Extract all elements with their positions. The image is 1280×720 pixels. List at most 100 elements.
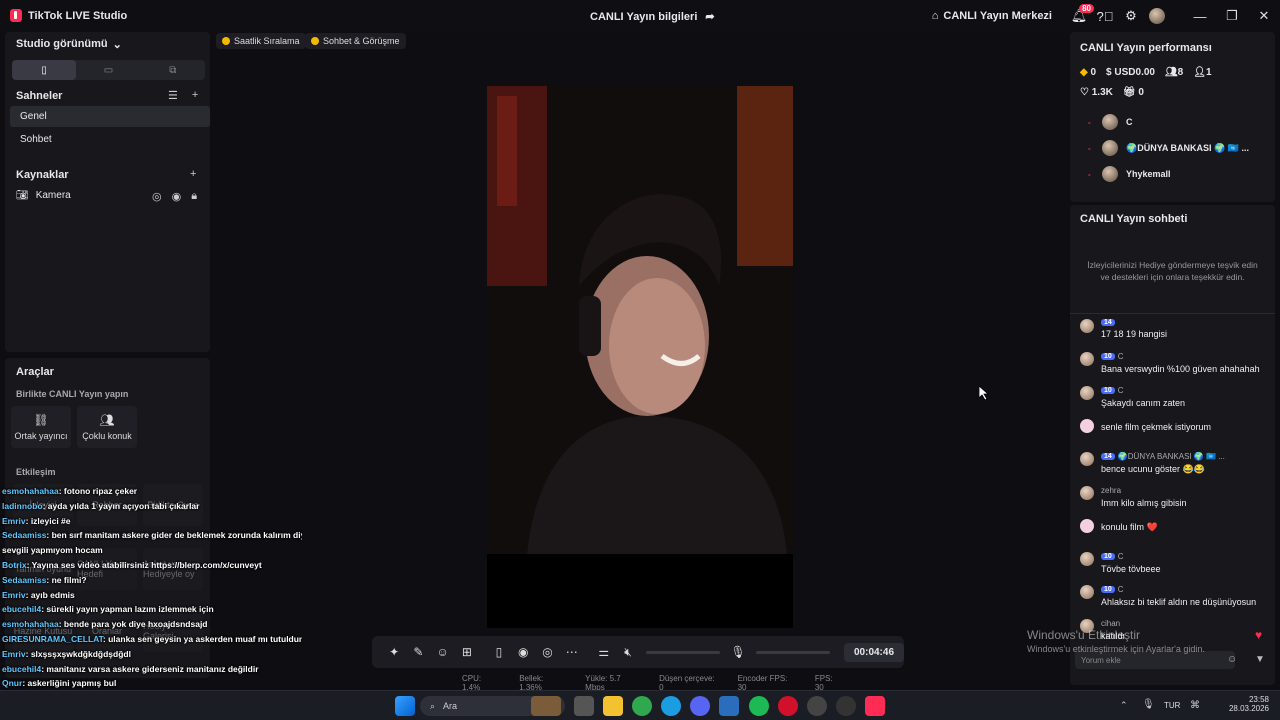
dual-option[interactable]: ⧉ xyxy=(141,60,205,80)
overlay-text: : sürekli yayın yapman lazım izlemmek iç… xyxy=(41,604,214,615)
chat-message[interactable]: 14 17 18 19 hangisi xyxy=(1080,319,1270,339)
network-icon[interactable]: ⌘ xyxy=(1190,700,1200,711)
camera-preview xyxy=(487,86,793,554)
add-source-icon[interactable]: + xyxy=(190,168,196,180)
studio-view-dropdown[interactable]: Studio görünümü ⌄ xyxy=(16,38,122,51)
windows-start-icon[interactable] xyxy=(395,696,415,716)
mic-icon[interactable]: 🎙︎ xyxy=(726,645,750,659)
multi-guest-tool[interactable]: 👥︎ Çoklu konuk xyxy=(77,406,137,448)
overlay-chat-line: Emriv: izleyici #e xyxy=(2,514,302,529)
overlay-username: Sedaamiss xyxy=(2,574,47,585)
magic-icon[interactable]: ✦ xyxy=(382,645,406,659)
mic-tray-icon[interactable]: 🎙︎ xyxy=(1142,699,1155,710)
studio-view-label: Studio görünümü xyxy=(16,38,108,50)
chat-message[interactable]: 10 C Bana verswydin %100 güven ahahahah xyxy=(1080,352,1270,374)
top-viewer[interactable]: - C xyxy=(1088,114,1133,130)
lock-icon[interactable]: 🔒︎ xyxy=(191,190,197,203)
add-scene-icon[interactable]: + xyxy=(192,89,198,102)
app-title: TikTok LIVE Studio xyxy=(28,9,128,22)
viewer-value: 8 xyxy=(1177,67,1184,78)
task-view-icon[interactable] xyxy=(574,696,594,716)
chat-message[interactable]: zehra Imm kilo almış gibisin xyxy=(1080,485,1270,508)
record-icon[interactable]: ◉ xyxy=(511,645,535,659)
avatar xyxy=(1102,114,1118,130)
discord-icon[interactable] xyxy=(690,696,710,716)
mixer-icon[interactable]: ⚌ xyxy=(592,645,616,659)
overlay-text: : ben sırf manitam askere gider de bekle… xyxy=(46,530,302,541)
chat-meet-tag[interactable]: Sohbet & Görüşme xyxy=(305,33,406,49)
mic-slider[interactable] xyxy=(756,650,830,654)
overlay-text: : fotono ripaz çeker xyxy=(58,486,138,496)
app-icon[interactable] xyxy=(719,696,739,716)
tray-chevron-icon[interactable]: ⌃ xyxy=(1120,700,1128,711)
obs-icon[interactable] xyxy=(836,696,856,716)
camera-toggle-icon[interactable]: ◎ xyxy=(535,645,559,659)
file-explorer-icon[interactable] xyxy=(603,696,623,716)
effects-icon[interactable]: ✎ xyxy=(406,645,430,659)
app-brand: TikTok LIVE Studio xyxy=(10,9,127,22)
tiktok-studio-icon[interactable] xyxy=(865,696,885,716)
maximize-button[interactable]: ❐ xyxy=(1216,0,1248,32)
performance-panel: CANLI Yayın performansı ◆ 0 $ USD0.00 👥︎… xyxy=(1070,32,1275,202)
chat-message[interactable]: konulu film ❤️ xyxy=(1080,518,1270,533)
spotify-icon[interactable] xyxy=(749,696,769,716)
phone-icon[interactable]: ▯ xyxy=(487,645,511,659)
comment-placeholder: Yorum ekle xyxy=(1081,655,1121,665)
clock[interactable]: 23:58 28.03.2026 xyxy=(1227,695,1269,713)
message-author: C xyxy=(1117,352,1124,362)
message-text: Ahlaksız bi teklif aldın ne düşünüyosun xyxy=(1101,597,1257,608)
steam-icon[interactable] xyxy=(807,696,827,716)
more-icon[interactable]: ⋯ xyxy=(560,645,584,659)
settings-button[interactable]: ⚙ xyxy=(1118,0,1144,32)
portrait-option[interactable]: ▯ xyxy=(12,60,77,80)
landscape-option[interactable]: ▭ xyxy=(76,60,140,80)
hourly-ranking-tag[interactable]: Saatlik Sıralama xyxy=(216,33,306,49)
overlay-username: esmohahahaa xyxy=(2,486,59,496)
source-camera[interactable]: 📷︎ Kamera xyxy=(16,190,71,201)
top-viewer[interactable]: - Yhykemall xyxy=(1088,166,1171,182)
close-button[interactable]: ✕ xyxy=(1248,0,1280,32)
live-info-button[interactable]: CANLI Yayın bilgileri ➦ xyxy=(590,10,715,24)
minimize-button[interactable]: — xyxy=(1184,0,1216,32)
language-indicator[interactable]: TUR xyxy=(1164,701,1180,710)
usd-value: USD0.00 xyxy=(1114,67,1155,78)
volume-slider[interactable] xyxy=(646,650,720,654)
overlay-chat-line: ladinnobo: ayda yılda 1 yayın açıyon tab… xyxy=(2,499,302,514)
filter-icon[interactable]: ▼ xyxy=(1255,654,1265,665)
avatar xyxy=(1080,518,1094,533)
emoji-icon[interactable]: ☺ xyxy=(1227,654,1237,665)
profile-button[interactable] xyxy=(1144,0,1170,32)
eye-icon[interactable]: ◉ xyxy=(172,190,182,203)
help-button[interactable]: ?⃝ xyxy=(1092,0,1118,32)
cohost-tool[interactable]: ⛓ Ortak yayıncı xyxy=(11,406,71,448)
coin-icon: $ xyxy=(1106,67,1112,78)
settings-icon[interactable]: ◎ xyxy=(152,190,162,203)
opera-icon[interactable] xyxy=(778,696,798,716)
chat-message[interactable]: 10 C Ahlaksız bi teklif aldın ne düşünüyos… xyxy=(1080,585,1270,607)
chrome-icon[interactable] xyxy=(632,696,652,716)
chat-title: CANLI Yayın sohbeti xyxy=(1080,213,1188,225)
add-media-icon[interactable]: ⊞ xyxy=(455,645,479,659)
heart-icon[interactable]: ♥ xyxy=(1255,628,1262,642)
message-text: bence ucunu göster 😂😂 xyxy=(1101,464,1205,475)
level-badge: 14 xyxy=(1101,453,1115,461)
tools-title: Araçlar xyxy=(16,366,54,378)
notification-button[interactable]: 🔔︎ 80 xyxy=(1066,0,1094,32)
overlay-chat-line: esmohahahaa: fotono ripaz çeker xyxy=(2,484,302,499)
chat-message[interactable]: 14 🌍DÜNYA BANKASI 🌍 🇺🇳 ... bence ucunu gös… xyxy=(1080,452,1270,475)
chat-message[interactable]: 10 C Tövbe tövbeee xyxy=(1080,552,1270,574)
overlay-username: GIRESUNRAMA_CELLAT xyxy=(2,633,103,644)
scene-item-sohbet[interactable]: Sohbet xyxy=(10,129,210,150)
chat-message[interactable]: senle film çekmek istiyorum xyxy=(1080,418,1270,433)
orientation-toggle: ▯ ▭ ⧉ xyxy=(12,60,205,80)
chat-message[interactable]: 10 C Şakaydı canım zaten xyxy=(1080,385,1270,408)
scenes-title: Sahneler xyxy=(16,90,63,102)
edge-icon[interactable] xyxy=(661,696,681,716)
list-icon[interactable]: ☰ xyxy=(168,89,178,102)
speaker-muted-icon[interactable]: 🔇︎ xyxy=(616,645,640,660)
live-center-link[interactable]: ⌂ CANLI Yayın Merkezi xyxy=(932,10,1052,22)
overlay-chat-line: GIRESUNRAMA_CELLAT: ulanka sen geysin ya… xyxy=(2,632,302,647)
scene-item-genel[interactable]: Genel xyxy=(10,106,210,127)
top-viewer[interactable]: - 🌍DÜNYA BANKASI 🌍 🇺🇳 ... xyxy=(1088,140,1249,156)
sticker-icon[interactable]: ☺ xyxy=(431,645,455,659)
